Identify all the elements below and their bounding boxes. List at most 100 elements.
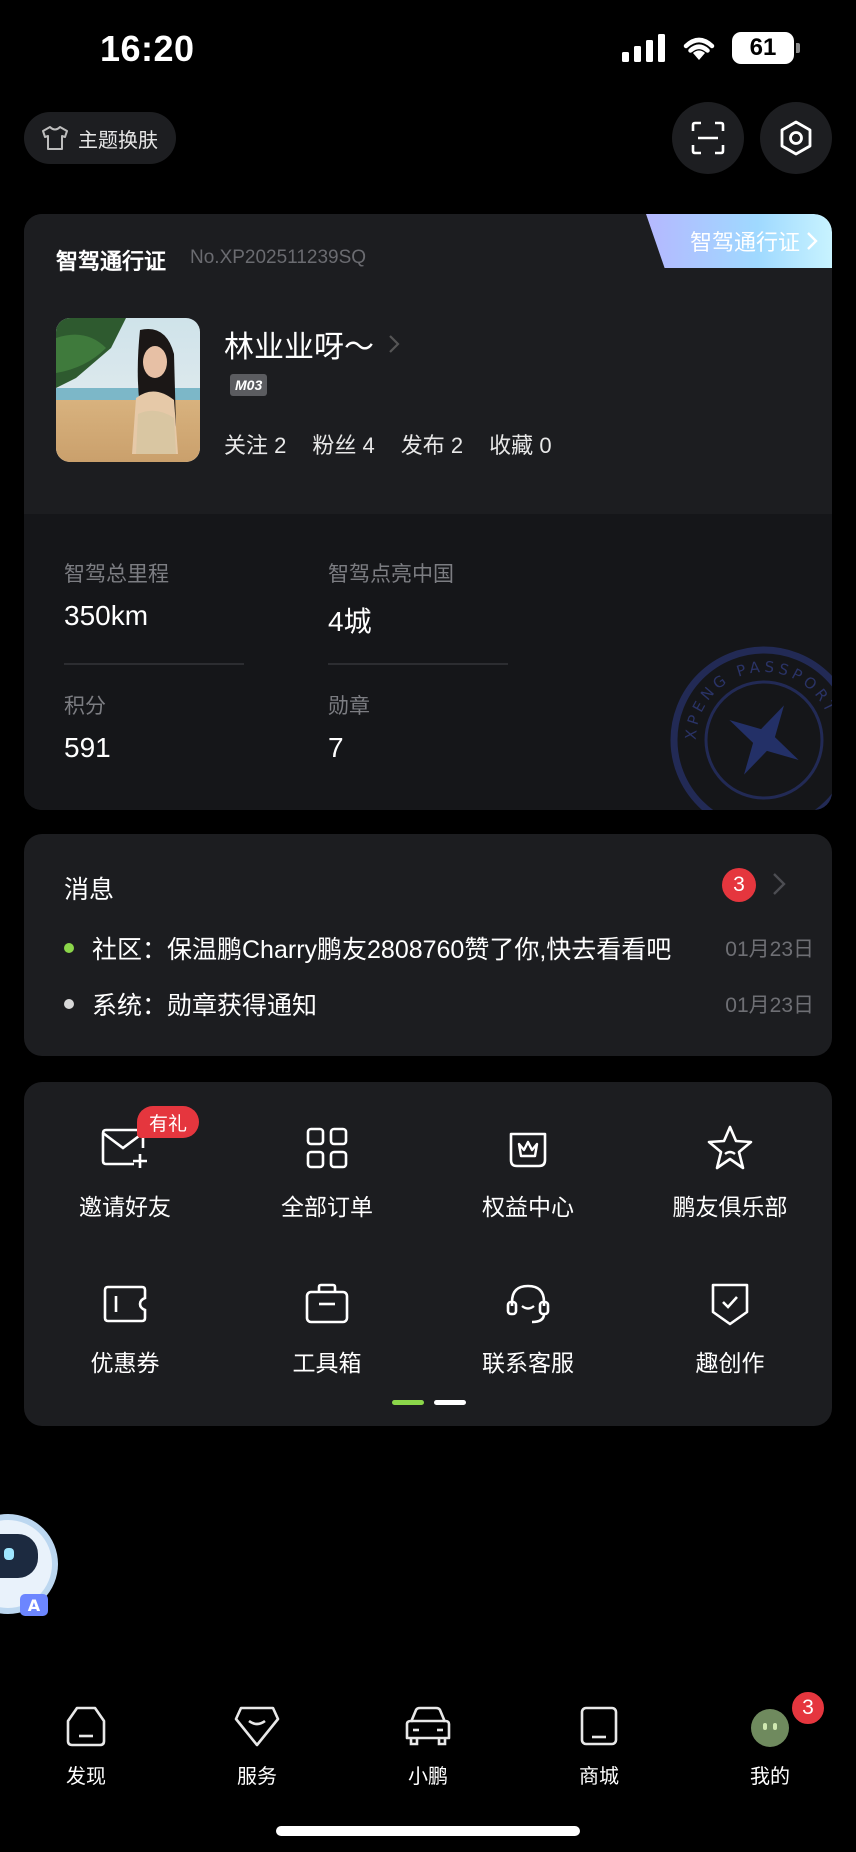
favorites-stat[interactable]: 收藏 0 (489, 428, 551, 460)
stat-label: 粉丝 (312, 433, 357, 458)
stat-value: 4 (362, 433, 375, 458)
chevron-right-icon (807, 232, 818, 250)
status-time: 16:20 (100, 28, 195, 69)
shop-icon (573, 1700, 625, 1752)
menu-label: 优惠券 (90, 1350, 160, 1376)
customer-service-item[interactable]: 联系客服 (438, 1278, 618, 1378)
cities-lit-stat[interactable]: 智驾点亮中国 4城 (328, 558, 454, 640)
page-indicator (392, 1400, 466, 1405)
bottom-tab-bar: 发现 服务 小鹏 商城 3 我的 (0, 1690, 856, 1810)
stat-value: 0 (539, 433, 552, 458)
passport-card[interactable]: 智驾通行证 No.XP202511239SQ 智驾通行证 林业业呀～ M03 关… (24, 214, 832, 810)
settings-button[interactable] (760, 102, 832, 174)
follow-stat[interactable]: 关注 2 (224, 428, 286, 460)
posts-stat[interactable]: 发布 2 (401, 428, 463, 460)
toolbox-item[interactable]: 工具箱 (237, 1278, 417, 1378)
tab-shop[interactable]: 商城 (539, 1700, 659, 1789)
stat-value: 2 (274, 433, 287, 458)
battery-indicator: 61 (732, 32, 800, 64)
stat-label: 发布 (400, 433, 445, 458)
stat-label: 智驾点亮中国 (328, 563, 454, 586)
passport-number: No.XP202511239SQ (190, 247, 367, 268)
tab-xpeng[interactable]: 小鹏 (368, 1700, 488, 1789)
unread-dot (64, 943, 74, 953)
stat-value: 4城 (328, 606, 372, 637)
tab-label: 商城 (579, 1766, 619, 1788)
stat-label: 勋章 (328, 695, 370, 718)
menu-label: 全部订单 (281, 1194, 373, 1220)
toolbox-icon (301, 1278, 353, 1330)
shortcut-menu-card: 有礼 邀请好友 全部订单 权益中心 鹏友俱乐部 优惠券 工具箱 联系客服 趣创作 (24, 1082, 832, 1426)
stat-label: 关注 (224, 433, 269, 458)
invite-friends-item[interactable]: 有礼 邀请好友 (35, 1106, 215, 1222)
discover-icon (60, 1700, 112, 1752)
svg-text:A: A (28, 1596, 41, 1615)
passport-tag-button[interactable]: 智驾通行证 (646, 214, 832, 268)
all-orders-item[interactable]: 全部订单 (237, 1122, 417, 1222)
tab-label: 发现 (66, 1766, 106, 1788)
messages-card[interactable]: 消息 3 社区：保温鹏Charry鹏友2808760赞了你,快去看看吧 01月2… (24, 834, 832, 1056)
tab-profile[interactable]: 3 我的 (710, 1690, 830, 1789)
chevron-right-icon[interactable] (772, 872, 786, 896)
grid-icon (301, 1122, 353, 1174)
theme-skin-button[interactable]: 主题换肤 (24, 112, 176, 164)
menu-label: 联系客服 (482, 1350, 574, 1376)
profile-icon (744, 1700, 796, 1752)
menu-label: 邀请好友 (79, 1194, 171, 1220)
stat-value: 2 (450, 433, 464, 458)
message-date: 01月23日 (725, 994, 814, 1017)
gift-badge: 有礼 (137, 1106, 200, 1138)
avatar[interactable] (56, 318, 200, 462)
stat-label: 收藏 (489, 433, 534, 458)
car-model-badge: M03 (230, 374, 268, 396)
message-item[interactable]: 社区：保温鹏Charry鹏友2808760赞了你,快去看看吧 01月23日 (64, 930, 814, 966)
passport-title: 智驾通行证 (56, 249, 167, 274)
settings-hexagon-icon (780, 120, 812, 156)
points-stat[interactable]: 积分 591 (64, 690, 111, 764)
crown-box-icon (502, 1122, 554, 1174)
message-text: 社区：保温鹏Charry鹏友2808760赞了你,快去看看吧 (92, 936, 672, 964)
total-mileage-stat[interactable]: 智驾总里程 350km (64, 558, 169, 632)
ai-assistant-button[interactable]: A (0, 1512, 60, 1622)
menu-label: 工具箱 (292, 1350, 362, 1376)
message-date: 01月23日 (725, 938, 814, 961)
creation-item[interactable]: 趣创作 (640, 1278, 820, 1378)
unread-count-badge: 3 (722, 868, 756, 902)
shield-check-icon (704, 1278, 756, 1330)
stat-label: 积分 (64, 695, 106, 718)
messages-title: 消息 (64, 876, 115, 904)
coupons-item[interactable]: 优惠券 (35, 1278, 215, 1378)
stat-label: 智驾总里程 (64, 563, 169, 586)
message-text: 系统：勋章获得通知 (92, 992, 318, 1020)
stat-value: 591 (64, 732, 111, 763)
divider (328, 663, 508, 665)
club-item[interactable]: 鹏友俱乐部 (640, 1122, 820, 1222)
tab-label: 服务 (237, 1766, 277, 1788)
tshirt-icon (42, 126, 68, 150)
menu-label: 权益中心 (482, 1194, 574, 1220)
chevron-right-icon (389, 335, 400, 353)
service-icon (231, 1700, 283, 1752)
car-icon (402, 1700, 454, 1752)
tab-service[interactable]: 服务 (197, 1700, 317, 1789)
wifi-icon (683, 37, 715, 60)
status-icons: 61 (622, 32, 800, 64)
passport-stamp-icon: XPENG PASSPORT (670, 646, 832, 810)
passport-tag-label: 智驾通行证 (689, 230, 800, 255)
home-indicator[interactable] (276, 1826, 580, 1836)
page-dot-active (392, 1400, 424, 1405)
profile-badge: 3 (790, 1690, 826, 1726)
stat-value: 350km (64, 600, 149, 631)
benefits-center-item[interactable]: 权益中心 (438, 1122, 618, 1222)
scan-button[interactable] (672, 102, 744, 174)
status-bar: 16:20 61 (0, 0, 856, 100)
medals-stat[interactable]: 勋章 7 (328, 690, 370, 764)
theme-skin-label: 主题换肤 (78, 129, 158, 152)
username-link[interactable]: 林业业呀～ (224, 322, 400, 366)
menu-label: 趣创作 (695, 1350, 765, 1376)
stat-value: 7 (328, 732, 344, 763)
tab-discover[interactable]: 发现 (26, 1700, 146, 1789)
message-item[interactable]: 系统：勋章获得通知 01月23日 (64, 986, 814, 1022)
page-dot (434, 1400, 466, 1405)
fans-stat[interactable]: 粉丝 4 (312, 428, 374, 460)
